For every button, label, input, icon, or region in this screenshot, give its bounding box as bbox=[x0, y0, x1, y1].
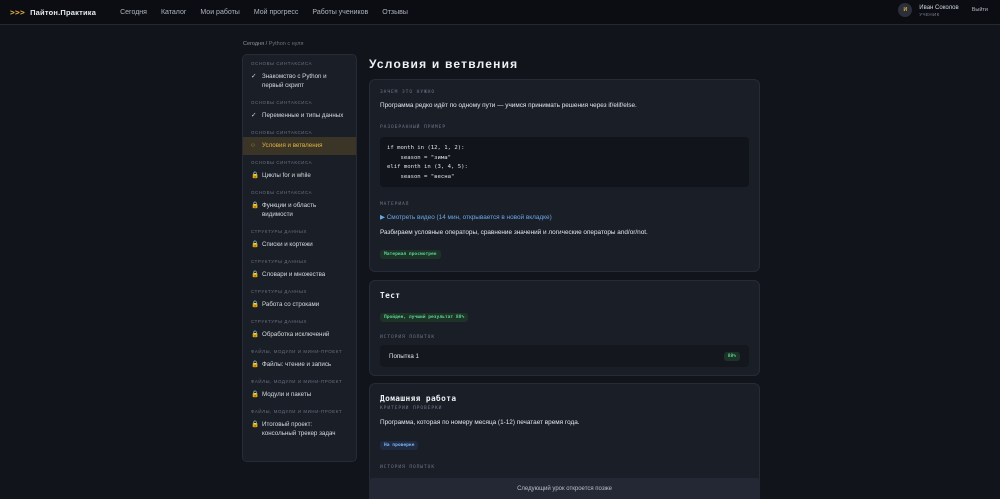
user-info: Иван Соколов УЧЕНИК bbox=[919, 4, 958, 17]
avatar[interactable]: И bbox=[898, 3, 913, 17]
attempt-score-badge: 88% bbox=[723, 351, 740, 361]
main-nav: Сегодня Каталог Мои работы Мой прогресс … bbox=[120, 9, 408, 16]
material-text: Разбираем условные операторы, сравнение … bbox=[380, 229, 648, 236]
lock-icon: 🔒 bbox=[251, 202, 260, 209]
code-example: if month in (12, 1, 2): season = "зима" … bbox=[380, 137, 749, 187]
circle-icon: ○ bbox=[251, 142, 255, 149]
lock-icon: 🔒 bbox=[251, 421, 260, 428]
sidebar-item-label: Переменные и типы данных bbox=[262, 112, 344, 119]
video-link[interactable]: ▶ Смотреть видео (14 мин, открывается в … bbox=[380, 213, 749, 221]
breadcrumb: Сегодня / Python с нуля bbox=[243, 41, 303, 47]
sidebar-item-modules[interactable]: 🔒 Модули и пакеты bbox=[243, 386, 356, 404]
sidebar-item-dicts[interactable]: 🔒 Словари и множества bbox=[243, 266, 356, 284]
check-icon: ✓ bbox=[251, 73, 257, 80]
sidebar-section-label: Файлы, модули и мини-проект bbox=[251, 379, 343, 384]
lock-icon: 🔒 bbox=[251, 391, 260, 398]
breadcrumb-root[interactable]: Сегодня bbox=[243, 41, 264, 47]
sidebar-item-lists[interactable]: 🔒 Списки и кортежи bbox=[243, 236, 356, 254]
lock-icon: 🔒 bbox=[251, 361, 260, 368]
sidebar-section-label: Файлы, модули и мини-проект bbox=[251, 409, 343, 414]
sidebar-item-variables[interactable]: ✓ Переменные и типы данных bbox=[243, 107, 356, 125]
user-menu: И Иван Соколов УЧЕНИК Выйти bbox=[898, 3, 988, 17]
test-card: Тест Пройден, лучший результат 88% Истор… bbox=[369, 280, 760, 376]
nav-catalog[interactable]: Каталог bbox=[161, 9, 186, 16]
lock-icon: 🔒 bbox=[251, 172, 260, 179]
sidebar-item-label: Условия и ветвления bbox=[262, 142, 323, 149]
lock-icon: 🔒 bbox=[251, 241, 260, 248]
nav-my-works[interactable]: Мои работы bbox=[200, 9, 239, 16]
sidebar-item-label: Функции и область видимости bbox=[262, 202, 317, 218]
user-role: УЧЕНИК bbox=[919, 11, 940, 17]
test-history-label: История попыток bbox=[380, 335, 435, 340]
sidebar-item-label: Списки и кортежи bbox=[262, 241, 313, 248]
next-lesson-notice: Следующий урок откроется позже bbox=[369, 478, 760, 499]
breadcrumb-current: Python с нуля bbox=[268, 41, 304, 47]
sidebar-section-label: Основы синтаксиса bbox=[251, 190, 313, 195]
page-title: Условия и ветвления bbox=[369, 57, 519, 71]
why-label: Зачем это нужно bbox=[380, 90, 435, 95]
material-label: Материал bbox=[380, 202, 410, 207]
sidebar-item-conditions[interactable]: ○ Условия и ветвления bbox=[243, 137, 356, 155]
example-label: Разобранный пример bbox=[380, 125, 446, 130]
sidebar-item-loops[interactable]: 🔒 Циклы for и while bbox=[243, 167, 356, 185]
attempt-name: Попытка 1 bbox=[389, 352, 419, 360]
sidebar-item-label: Обработка исключений bbox=[262, 331, 330, 338]
logo-text: Пайтон.Практика bbox=[30, 7, 97, 17]
sidebar-item-label: Файлы: чтение и запись bbox=[262, 361, 332, 368]
sidebar-item-label: Модули и пакеты bbox=[262, 391, 312, 398]
logo[interactable]: >>> Пайтон.Практика bbox=[10, 8, 96, 17]
sidebar-item-label: Работа со строками bbox=[262, 301, 320, 308]
sidebar-item-label: Знакомство с Python и первый скрипт bbox=[262, 73, 327, 89]
sidebar-item-final-project[interactable]: 🔒 Итоговый проект: консольный трекер зада… bbox=[243, 416, 356, 443]
homework-status-badge: На проверке bbox=[380, 441, 419, 450]
nav-today[interactable]: Сегодня bbox=[120, 9, 147, 16]
nav-reviews[interactable]: Отзывы bbox=[382, 9, 408, 16]
sidebar-section-label: Структуры данных bbox=[251, 289, 308, 294]
sidebar-item-files[interactable]: 🔒 Файлы: чтение и запись bbox=[243, 356, 356, 374]
sidebar-item-intro[interactable]: ✓ Знакомство с Python и первый скрипт bbox=[243, 68, 356, 95]
sidebar-item-exceptions[interactable]: 🔒 Обработка исключений bbox=[243, 326, 356, 344]
why-text: Программа редко идёт по одному пути — уч… bbox=[380, 102, 637, 109]
check-icon: ✓ bbox=[251, 112, 257, 119]
sidebar-item-label: Итоговый проект: консольный трекер задач bbox=[262, 421, 336, 437]
sidebar-section-label: Основы синтаксиса bbox=[251, 100, 313, 105]
logout-button[interactable]: Выйти bbox=[972, 7, 988, 13]
lock-icon: 🔒 bbox=[251, 301, 260, 308]
material-viewed-badge: Материал просмотрен bbox=[380, 250, 441, 259]
sidebar-item-strings[interactable]: 🔒 Работа со строками bbox=[243, 296, 356, 314]
lock-icon: 🔒 bbox=[251, 331, 260, 338]
user-name: Иван Соколов bbox=[919, 4, 959, 11]
homework-title: Домашняя работа bbox=[380, 394, 457, 403]
test-result-badge: Пройден, лучший результат 88% bbox=[380, 313, 469, 322]
lock-icon: 🔒 bbox=[251, 271, 260, 278]
sidebar-section-label: Основы синтаксиса bbox=[251, 130, 313, 135]
sidebar-item-label: Словари и множества bbox=[262, 271, 326, 278]
top-bar: >>> Пайтон.Практика Сегодня Каталог Мои … bbox=[0, 0, 1000, 25]
sidebar-section-label: Структуры данных bbox=[251, 229, 308, 234]
test-title: Тест bbox=[380, 291, 401, 300]
sidebar-item-functions[interactable]: 🔒 Функции и область видимости bbox=[243, 197, 356, 224]
logo-icon: >>> bbox=[10, 7, 26, 17]
sidebar-section-label: Файлы, модули и мини-проект bbox=[251, 349, 343, 354]
lesson-card: Зачем это нужно Программа редко идёт по … bbox=[369, 79, 760, 272]
criteria-label: Критерии проверки bbox=[380, 406, 443, 411]
nav-my-progress[interactable]: Мой прогресс bbox=[254, 9, 299, 16]
sidebar-section-label: Основы синтаксиса bbox=[251, 160, 313, 165]
nav-student-works[interactable]: Работы учеников bbox=[312, 9, 368, 16]
criteria-text: Программа, которая по номеру месяца (1-1… bbox=[380, 419, 580, 426]
sidebar-section-label: Структуры данных bbox=[251, 319, 308, 324]
attempt-row[interactable]: Попытка 1 88% bbox=[380, 345, 749, 367]
lesson-sidebar: Основы синтаксиса ✓ Знакомство с Python и… bbox=[242, 54, 357, 462]
homework-history-label: История попыток bbox=[380, 465, 435, 470]
sidebar-section-label: Структуры данных bbox=[251, 259, 308, 264]
sidebar-item-label: Циклы for и while bbox=[262, 172, 311, 179]
sidebar-section-label: Основы синтаксиса bbox=[251, 61, 313, 66]
